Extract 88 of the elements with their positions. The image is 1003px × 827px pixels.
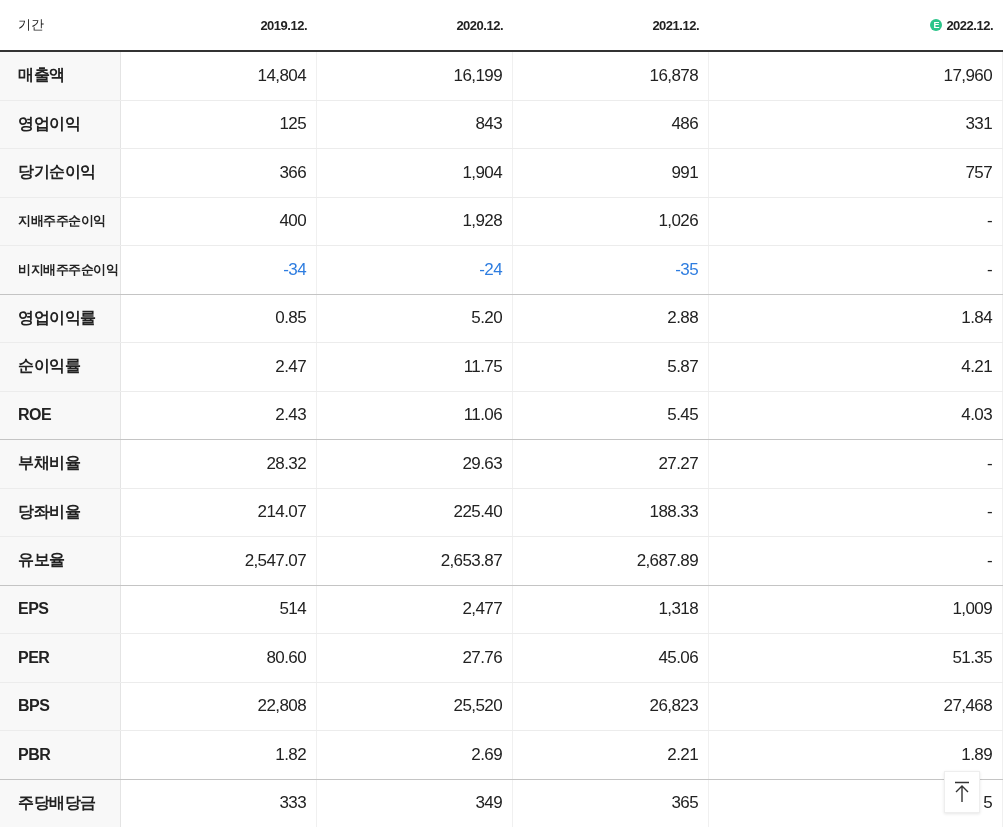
table-cell: 2.69 bbox=[471, 744, 502, 765]
table-cell: 5.87 bbox=[667, 356, 698, 377]
table-cell: 2,547.07 bbox=[244, 550, 306, 571]
table-cell: 27.76 bbox=[462, 647, 502, 668]
row-label: 순이익률 bbox=[0, 343, 121, 391]
table-cell: 16,199 bbox=[453, 65, 502, 86]
table-cell: 5.45 bbox=[667, 405, 698, 426]
table-cell: 14,804 bbox=[257, 65, 306, 86]
table-cell: 1,928 bbox=[462, 211, 502, 232]
table-cell: 4.03 bbox=[961, 405, 992, 426]
table-cell: 29.63 bbox=[462, 453, 502, 474]
row-label: 부채비율 bbox=[0, 440, 121, 488]
table-cell: 11.06 bbox=[463, 405, 502, 426]
column-header: 기간 bbox=[18, 16, 43, 34]
scroll-to-top-button[interactable] bbox=[944, 771, 980, 813]
table-cell: -35 bbox=[675, 259, 698, 280]
row-label: 매출액 bbox=[0, 52, 121, 100]
table-cell: - bbox=[986, 502, 992, 523]
column-header: 2019.12. bbox=[260, 17, 307, 33]
row-label: PER bbox=[0, 634, 121, 682]
table-cell: - bbox=[986, 453, 992, 474]
row-label: PBR bbox=[0, 731, 121, 779]
table-cell: 5.20 bbox=[471, 308, 502, 329]
row-label: 지배주주순이익 bbox=[0, 197, 121, 245]
table-cell: 514 bbox=[279, 599, 306, 620]
table-cell: - bbox=[986, 259, 992, 280]
table-cell: 51.35 bbox=[952, 647, 992, 668]
column-header: 2021.12. bbox=[652, 17, 699, 33]
table-cell: 2,653.87 bbox=[440, 550, 502, 571]
table-cell: 5 bbox=[983, 793, 992, 814]
table-cell: 16,878 bbox=[649, 65, 698, 86]
table-cell: 28.32 bbox=[266, 453, 306, 474]
row-label: 주당배당금 bbox=[0, 779, 121, 827]
table-cell: 1.82 bbox=[275, 744, 306, 765]
table-cell: 400 bbox=[279, 211, 306, 232]
table-cell: 214.07 bbox=[257, 502, 306, 523]
table-cell: 2.88 bbox=[667, 308, 698, 329]
table-cell: 0.85 bbox=[275, 308, 306, 329]
table-cell: -34 bbox=[283, 259, 306, 280]
row-label: 영업이익률 bbox=[0, 294, 121, 342]
table-cell: 25,520 bbox=[453, 696, 502, 717]
table-cell: 331 bbox=[965, 114, 992, 135]
table-cell: 225.40 bbox=[453, 502, 502, 523]
table-cell: 843 bbox=[475, 114, 502, 135]
table-cell: 26,823 bbox=[649, 696, 698, 717]
table-cell: 365 bbox=[671, 793, 698, 814]
row-label: 당기순이익 bbox=[0, 149, 121, 197]
table-cell: 2.21 bbox=[667, 744, 698, 765]
table-cell: 1,009 bbox=[952, 599, 992, 620]
table-cell: 1.84 bbox=[961, 308, 992, 329]
table-cell: 2.43 bbox=[275, 405, 306, 426]
table-cell: -24 bbox=[479, 259, 502, 280]
table-cell: - bbox=[986, 550, 992, 571]
table-cell: 188.33 bbox=[649, 502, 698, 523]
table-cell: 125 bbox=[279, 114, 306, 135]
table-cell: 991 bbox=[671, 162, 698, 183]
row-label: 영업이익 bbox=[0, 100, 121, 148]
table-cell: 27,468 bbox=[943, 696, 992, 717]
table-cell: 333 bbox=[279, 793, 306, 814]
row-label: EPS bbox=[0, 585, 121, 633]
table-cell: 17,960 bbox=[943, 65, 992, 86]
table-cell: - bbox=[986, 211, 992, 232]
table-cell: 757 bbox=[965, 162, 992, 183]
table-cell: 80.60 bbox=[266, 647, 306, 668]
row-label: ROE bbox=[0, 391, 121, 439]
column-header: 2020.12. bbox=[456, 17, 503, 33]
column-header: 2022.12. bbox=[946, 17, 993, 33]
table-cell: 2.47 bbox=[275, 356, 306, 377]
table-cell: 1,904 bbox=[462, 162, 502, 183]
table-cell: 2,477 bbox=[462, 599, 502, 620]
table-cell: 2,687.89 bbox=[636, 550, 698, 571]
row-label: 비지배주주순이익 bbox=[0, 246, 121, 294]
table-cell: 1.89 bbox=[961, 744, 992, 765]
table-cell: 27.27 bbox=[658, 453, 698, 474]
table-cell: 486 bbox=[671, 114, 698, 135]
table-cell: 11.75 bbox=[463, 356, 502, 377]
table-cell: 1,026 bbox=[658, 211, 698, 232]
row-label: BPS bbox=[0, 682, 121, 730]
estimate-badge: E bbox=[930, 19, 943, 31]
table-cell: 366 bbox=[279, 162, 306, 183]
table-cell: 349 bbox=[475, 793, 502, 814]
row-label: 당좌비율 bbox=[0, 488, 121, 536]
table-cell: 1,318 bbox=[658, 599, 698, 620]
table-cell: 4.21 bbox=[961, 356, 992, 377]
table-cell: 22,808 bbox=[257, 696, 306, 717]
table-cell: 45.06 bbox=[658, 647, 698, 668]
arrow-up-icon bbox=[954, 781, 970, 803]
row-label: 유보율 bbox=[0, 537, 121, 585]
